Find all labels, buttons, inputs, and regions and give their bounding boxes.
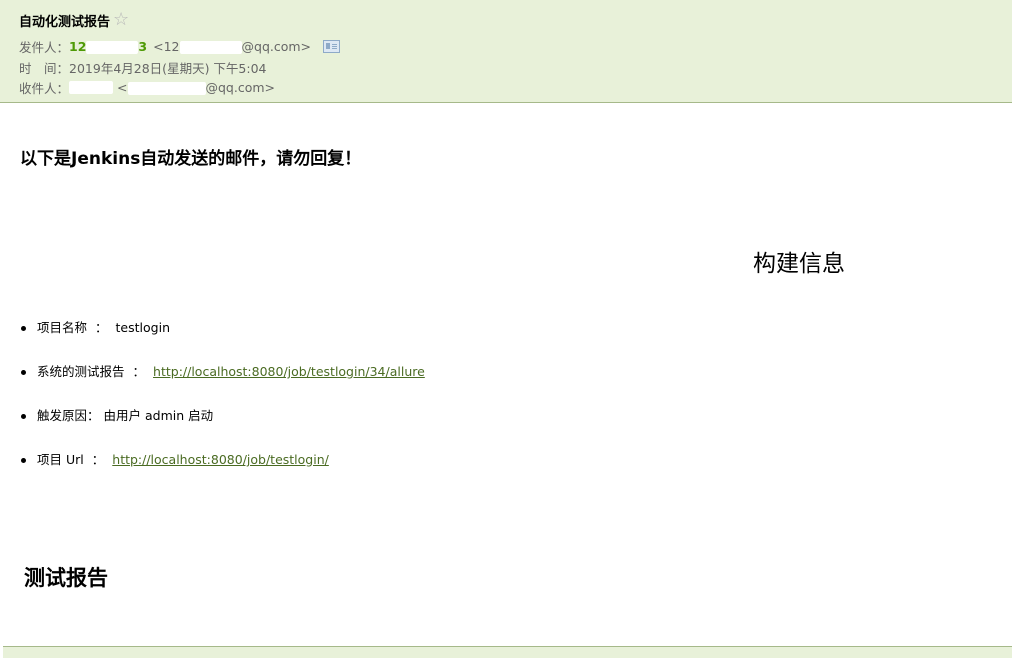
test-report-heading: 测试报告 (24, 566, 108, 590)
time-value: 2019年4月28日(星期天) 下午5:04 (69, 61, 267, 76)
to-label: 收件人： (19, 81, 70, 96)
sender-name[interactable]: 12 3 (69, 39, 147, 54)
test-report-link[interactable]: http://localhost:8080/job/testlogin/34/a… (153, 364, 425, 379)
item-label: 触发原因： (37, 408, 100, 423)
item-label: 项目 Url (37, 452, 84, 467)
list-item-test-report: 系统的测试报告： http://localhost:8080/job/testlo… (20, 362, 425, 406)
build-info-heading: 构建信息 (753, 251, 845, 277)
time-row: 时 间： 2019年4月28日(星期天) 下午5:04 (19, 58, 266, 77)
project-url-link[interactable]: http://localhost:8080/job/testlogin/ (112, 452, 329, 467)
footer-bar (3, 646, 1012, 658)
item-label: 系统的测试报告 (37, 364, 125, 379)
bullet-icon (21, 414, 26, 419)
build-info-list: 项目名称： testlogin 系统的测试报告： http://localhost:… (20, 318, 425, 494)
mail-subject: 自动化测试报告 (19, 14, 111, 30)
time-label: 时 间： (19, 61, 70, 76)
subject-row: 自动化测试报告 ☆ (19, 9, 129, 31)
trigger-cause-value: 由用户 admin 启动 (103, 408, 214, 423)
to-row: 收件人： < @qq.com> (19, 78, 275, 97)
list-item-project-url: 项目 Url： http://localhost:8080/job/testlog… (20, 450, 425, 494)
from-row: 发件人： 12 3 <12 @qq.com> (19, 37, 341, 56)
item-label: 项目名称 (37, 320, 88, 335)
sender-address: <12 @qq.com> (153, 39, 312, 54)
bullet-icon (21, 370, 26, 375)
intro-notice: 以下是Jenkins自动发送的邮件，请勿回复！ (20, 149, 362, 169)
recipient-address: < @qq.com> (117, 80, 276, 95)
project-name-value: testlogin (115, 320, 170, 335)
bullet-icon (21, 458, 26, 463)
list-item-project-name: 项目名称： testlogin (20, 318, 425, 362)
from-label: 发件人： (19, 40, 70, 55)
bullet-icon (21, 326, 26, 331)
star-icon[interactable]: ☆ (113, 11, 129, 29)
mail-header: 自动化测试报告 ☆ 发件人： 12 3 <12 @qq.com> 时 间： 2019… (0, 0, 1012, 103)
list-item-trigger-cause: 触发原因： 由用户 admin 启动 (20, 406, 425, 450)
recipient-name-redacted[interactable] (69, 81, 114, 94)
contact-card-icon[interactable] (323, 40, 341, 53)
